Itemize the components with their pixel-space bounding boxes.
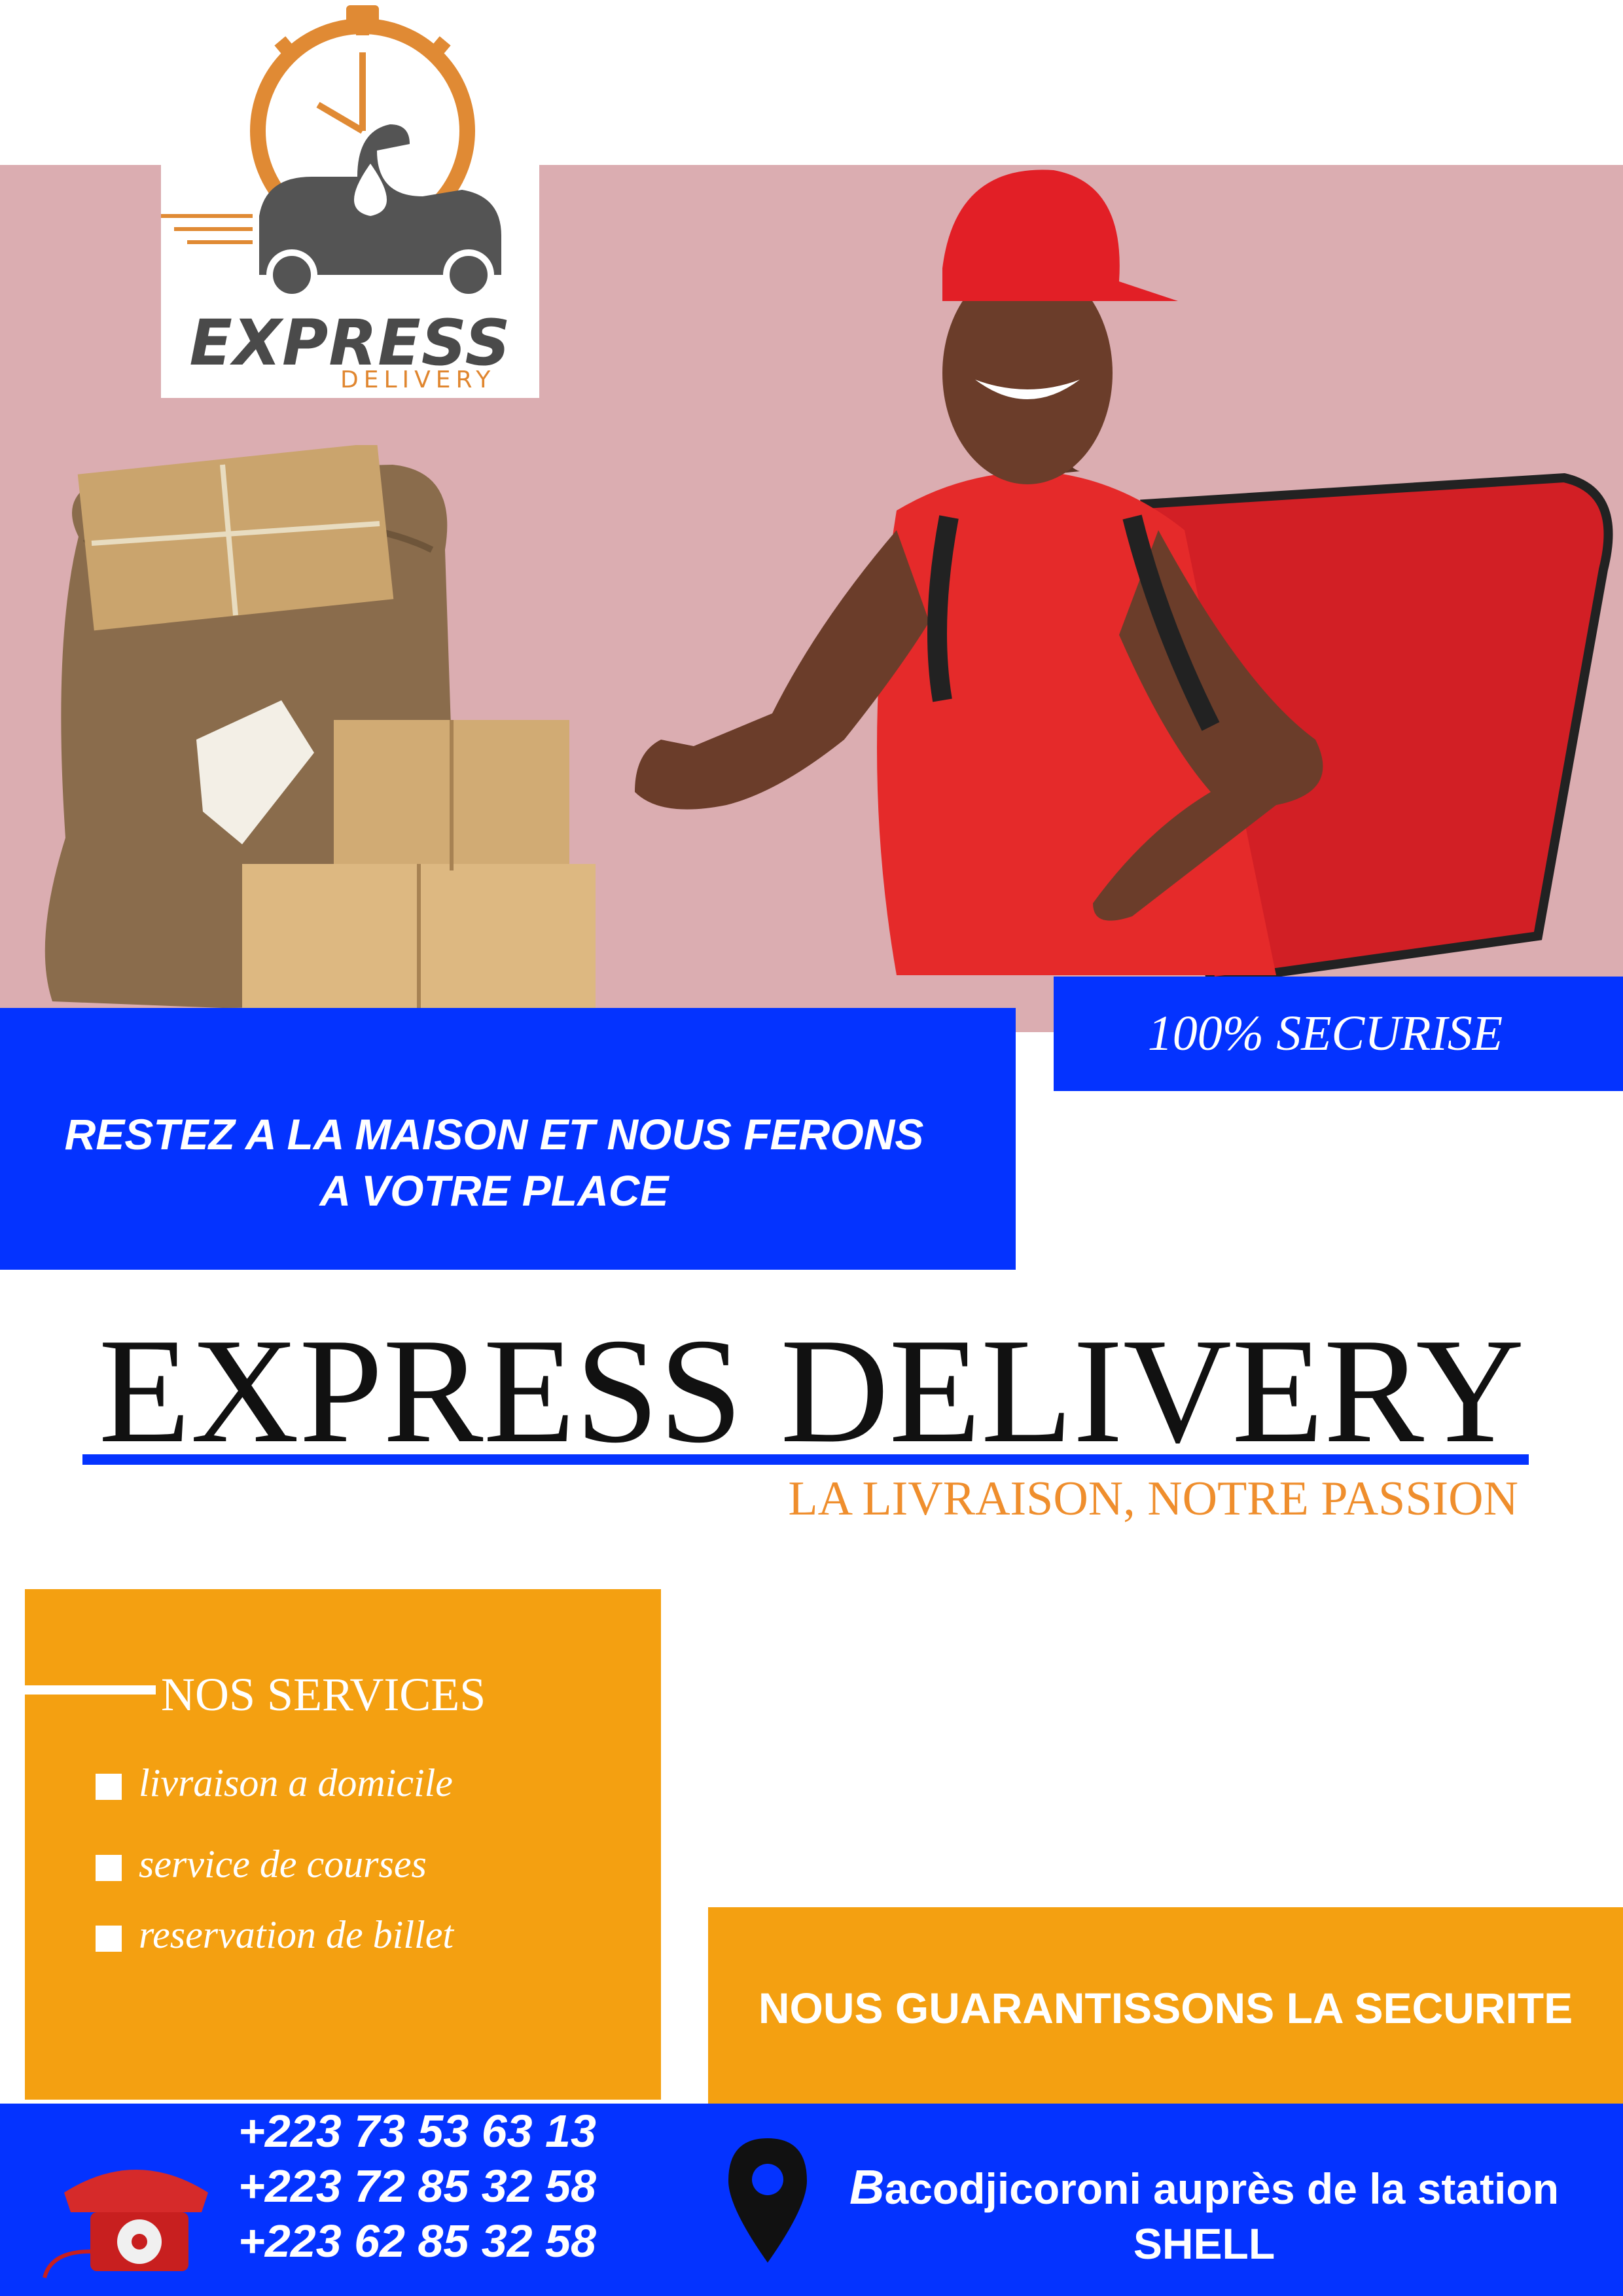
services-rule [0,1685,156,1695]
service-item: reservation de billet [96,1912,454,1958]
slogan-text: RESTEZ A LA MAISON ET NOUS FERONS A VOTR… [0,1106,988,1219]
address-text: Bacodjicoroni auprès de la station SHELL [805,2160,1603,2271]
page-title: EXPRESS DELIVERY [98,1307,1525,1474]
phone-list: +223 73 53 63 13 +223 72 85 32 58 +223 6… [238,2104,596,2269]
slogan-line-2: A VOTRE PLACE [319,1166,669,1215]
delivery-man-image [635,170,1613,987]
service-item: service de courses [96,1842,427,1887]
phone-number[interactable]: +223 73 53 63 13 [238,2104,596,2159]
address-line-2: SHELL [1133,2219,1275,2268]
service-item-label: livraison a domicile [139,1761,453,1804]
bullet-square-icon [96,1926,122,1952]
tagline: LA LIVRAISON, NOTRE PASSION [788,1472,1518,1526]
address-line-1: acodjicoroni auprès de la station [884,2164,1560,2213]
phone-number[interactable]: +223 62 85 32 58 [238,2214,596,2269]
phone-number[interactable]: +223 72 85 32 58 [238,2159,596,2214]
stopwatch-scooter-logo-icon [161,5,501,300]
service-item-label: reservation de billet [139,1913,454,1956]
service-item-label: service de courses [139,1842,427,1886]
telephone-icon [43,2170,208,2278]
title-underline [82,1454,1529,1465]
secure-badge-text: 100% SECURISE [1147,1006,1503,1061]
slogan-line-1: RESTEZ A LA MAISON ET NOUS FERONS [64,1110,924,1158]
map-pin-icon [728,2138,807,2263]
address-initial: B [849,2160,885,2214]
bullet-square-icon [96,1855,122,1882]
service-item: livraison a domicile [96,1761,453,1806]
bullet-square-icon [96,1774,122,1801]
services-title: NOS SERVICES [161,1668,486,1721]
parcel-sack-image [45,445,596,1008]
guarantee-text: NOUS GUARANTISSONS LA SECURITE [758,1984,1573,2032]
logo-subtitle: DELIVERY [340,367,496,393]
